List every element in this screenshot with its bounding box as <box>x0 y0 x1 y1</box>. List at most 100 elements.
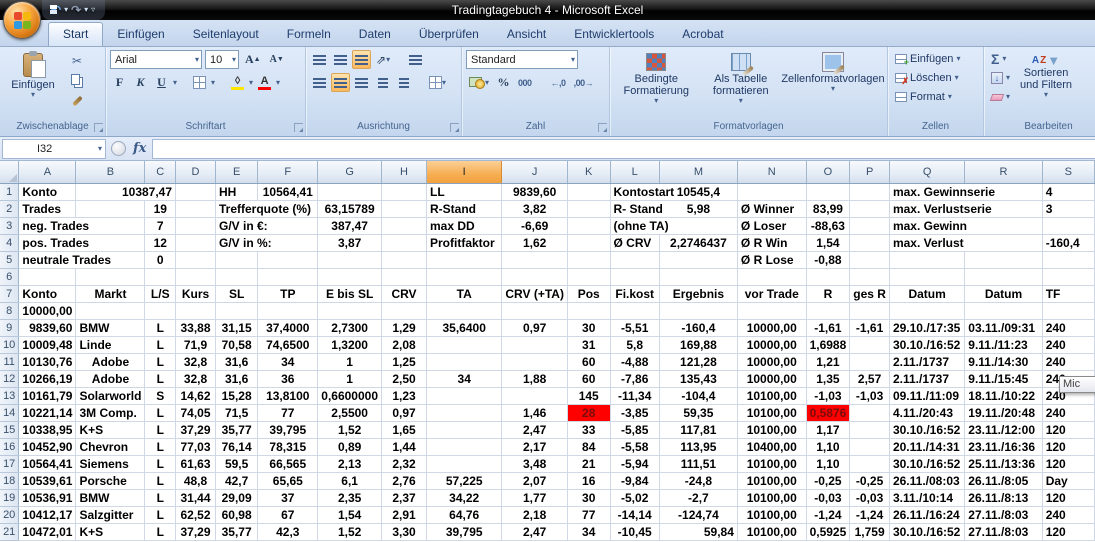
cell-O19[interactable]: -0,03 <box>806 489 850 506</box>
cell-P19[interactable]: -0,03 <box>850 489 890 506</box>
cell-F17[interactable]: 66,565 <box>258 455 318 472</box>
column-header-D[interactable]: D <box>176 161 216 183</box>
cell-D17[interactable]: 61,63 <box>176 455 216 472</box>
cell-B17[interactable]: Siemens <box>76 455 145 472</box>
number-dialog-launcher-icon[interactable] <box>598 123 607 132</box>
cell-S3[interactable] <box>1042 217 1094 234</box>
font-size-combo[interactable]: 10▾ <box>205 50 239 69</box>
cell-L21[interactable]: -10,45 <box>610 523 659 540</box>
cell-F12[interactable]: 36 <box>258 370 318 387</box>
cell-O21[interactable]: 0,5925 <box>806 523 850 540</box>
cell-F16[interactable]: 78,315 <box>258 438 318 455</box>
cell-F9[interactable]: 37,4000 <box>258 319 318 336</box>
cell-N4[interactable]: Ø R Win <box>737 234 806 251</box>
cell-M14[interactable]: 59,35 <box>659 404 737 421</box>
column-header-R[interactable]: R <box>965 161 1042 183</box>
cell-C14[interactable]: L <box>145 404 176 421</box>
cell-E5[interactable] <box>215 251 257 268</box>
cell-A15[interactable]: 10338,95 <box>19 421 76 438</box>
cell-E17[interactable]: 59,5 <box>215 455 257 472</box>
cell-Q19[interactable]: 3.11./10:14 <box>889 489 964 506</box>
delete-cells-button[interactable]: ✗Löschen▾ <box>892 69 963 87</box>
cell-E2[interactable]: Trefferquote (%) <box>215 200 257 217</box>
cell-K6[interactable] <box>567 268 610 285</box>
cell-O13[interactable]: -1,03 <box>806 387 850 404</box>
cell-E7[interactable]: SL <box>215 285 257 302</box>
cell-C3[interactable]: 7 <box>145 217 176 234</box>
cell-F7[interactable]: TP <box>258 285 318 302</box>
cell-L13[interactable]: -11,34 <box>610 387 659 404</box>
cell-E10[interactable]: 70,58 <box>215 336 257 353</box>
tab-formeln[interactable]: Formeln <box>273 23 345 46</box>
cell-F13[interactable]: 13,8100 <box>258 387 318 404</box>
cell-S21[interactable]: 120 <box>1042 523 1094 540</box>
cell-P15[interactable] <box>850 421 890 438</box>
cell-H8[interactable] <box>382 302 427 319</box>
cell-L5[interactable] <box>610 251 659 268</box>
cell-A19[interactable]: 10536,91 <box>19 489 76 506</box>
cell-A18[interactable]: 10539,61 <box>19 472 76 489</box>
cell-E8[interactable] <box>215 302 257 319</box>
cell-E18[interactable]: 42,7 <box>215 472 257 489</box>
cell-N2[interactable]: Ø Winner <box>737 200 806 217</box>
cell-C13[interactable]: S <box>145 387 176 404</box>
cell-H12[interactable]: 2,50 <box>382 370 427 387</box>
cell-K21[interactable]: 34 <box>567 523 610 540</box>
cell-P3[interactable] <box>850 217 890 234</box>
cell-E1[interactable]: HH <box>215 183 257 200</box>
cell-E6[interactable] <box>215 268 257 285</box>
cell-K17[interactable]: 21 <box>567 455 610 472</box>
cell-K7[interactable]: Pos <box>567 285 610 302</box>
cell-C2[interactable]: 19 <box>145 200 176 217</box>
cell-E16[interactable]: 76,14 <box>215 438 257 455</box>
row-header-1[interactable]: 1 <box>0 183 19 200</box>
cell-H16[interactable]: 1,44 <box>382 438 427 455</box>
select-all-corner[interactable] <box>0 161 19 183</box>
cell-C6[interactable] <box>145 268 176 285</box>
cell-M13[interactable]: -104,4 <box>659 387 737 404</box>
cell-Q3[interactable]: max. Gewinn <box>889 217 964 234</box>
cell-G21[interactable]: 1,52 <box>318 523 382 540</box>
cell-M5[interactable] <box>659 251 737 268</box>
cell-C15[interactable]: L <box>145 421 176 438</box>
italic-button[interactable]: K <box>131 73 150 92</box>
column-header-I[interactable]: I <box>427 161 502 183</box>
cell-E3[interactable]: G/V in €: <box>215 217 257 234</box>
cell-A1[interactable]: Konto <box>19 183 76 200</box>
cell-J8[interactable] <box>502 302 568 319</box>
cell-S16[interactable]: 120 <box>1042 438 1094 455</box>
cell-M19[interactable]: -2,7 <box>659 489 737 506</box>
cell-B16[interactable]: Chevron <box>76 438 145 455</box>
row-header-21[interactable]: 21 <box>0 523 19 540</box>
row-header-20[interactable]: 20 <box>0 506 19 523</box>
cell-J14[interactable]: 1,46 <box>502 404 568 421</box>
cell-H10[interactable]: 2,08 <box>382 336 427 353</box>
tab-daten[interactable]: Daten <box>345 23 405 46</box>
redo-dropdown-icon[interactable]: ▾ <box>84 0 88 20</box>
cell-A10[interactable]: 10009,48 <box>19 336 76 353</box>
cell-G11[interactable]: 1 <box>318 353 382 370</box>
number-format-combo[interactable]: Standard▾ <box>466 50 578 69</box>
row-header-15[interactable]: 15 <box>0 421 19 438</box>
cell-A2[interactable]: Trades <box>19 200 76 217</box>
cell-D14[interactable]: 74,05 <box>176 404 216 421</box>
cell-R20[interactable]: 27.11./8:03 <box>965 506 1042 523</box>
font-name-combo[interactable]: Arial▾ <box>110 50 202 69</box>
cell-R18[interactable]: 26.11./8:05 <box>965 472 1042 489</box>
row-header-12[interactable]: 12 <box>0 370 19 387</box>
cell-H18[interactable]: 2,76 <box>382 472 427 489</box>
align-bottom-button[interactable] <box>352 50 371 69</box>
cell-N12[interactable]: 10000,00 <box>737 370 806 387</box>
cell-I17[interactable] <box>427 455 502 472</box>
cell-Q20[interactable]: 26.11./16:24 <box>889 506 964 523</box>
row-header-9[interactable]: 9 <box>0 319 19 336</box>
borders-dropdown-icon[interactable]: ▾ <box>211 79 215 87</box>
cell-H5[interactable] <box>382 251 427 268</box>
cell-D12[interactable]: 32,8 <box>176 370 216 387</box>
cell-C18[interactable]: L <box>145 472 176 489</box>
row-header-19[interactable]: 19 <box>0 489 19 506</box>
sort-filter-button[interactable]: AZ▼ Sortieren und Filtern▾ <box>1013 50 1079 120</box>
cell-D21[interactable]: 37,29 <box>176 523 216 540</box>
cell-E11[interactable]: 31,6 <box>215 353 257 370</box>
cell-D19[interactable]: 31,44 <box>176 489 216 506</box>
